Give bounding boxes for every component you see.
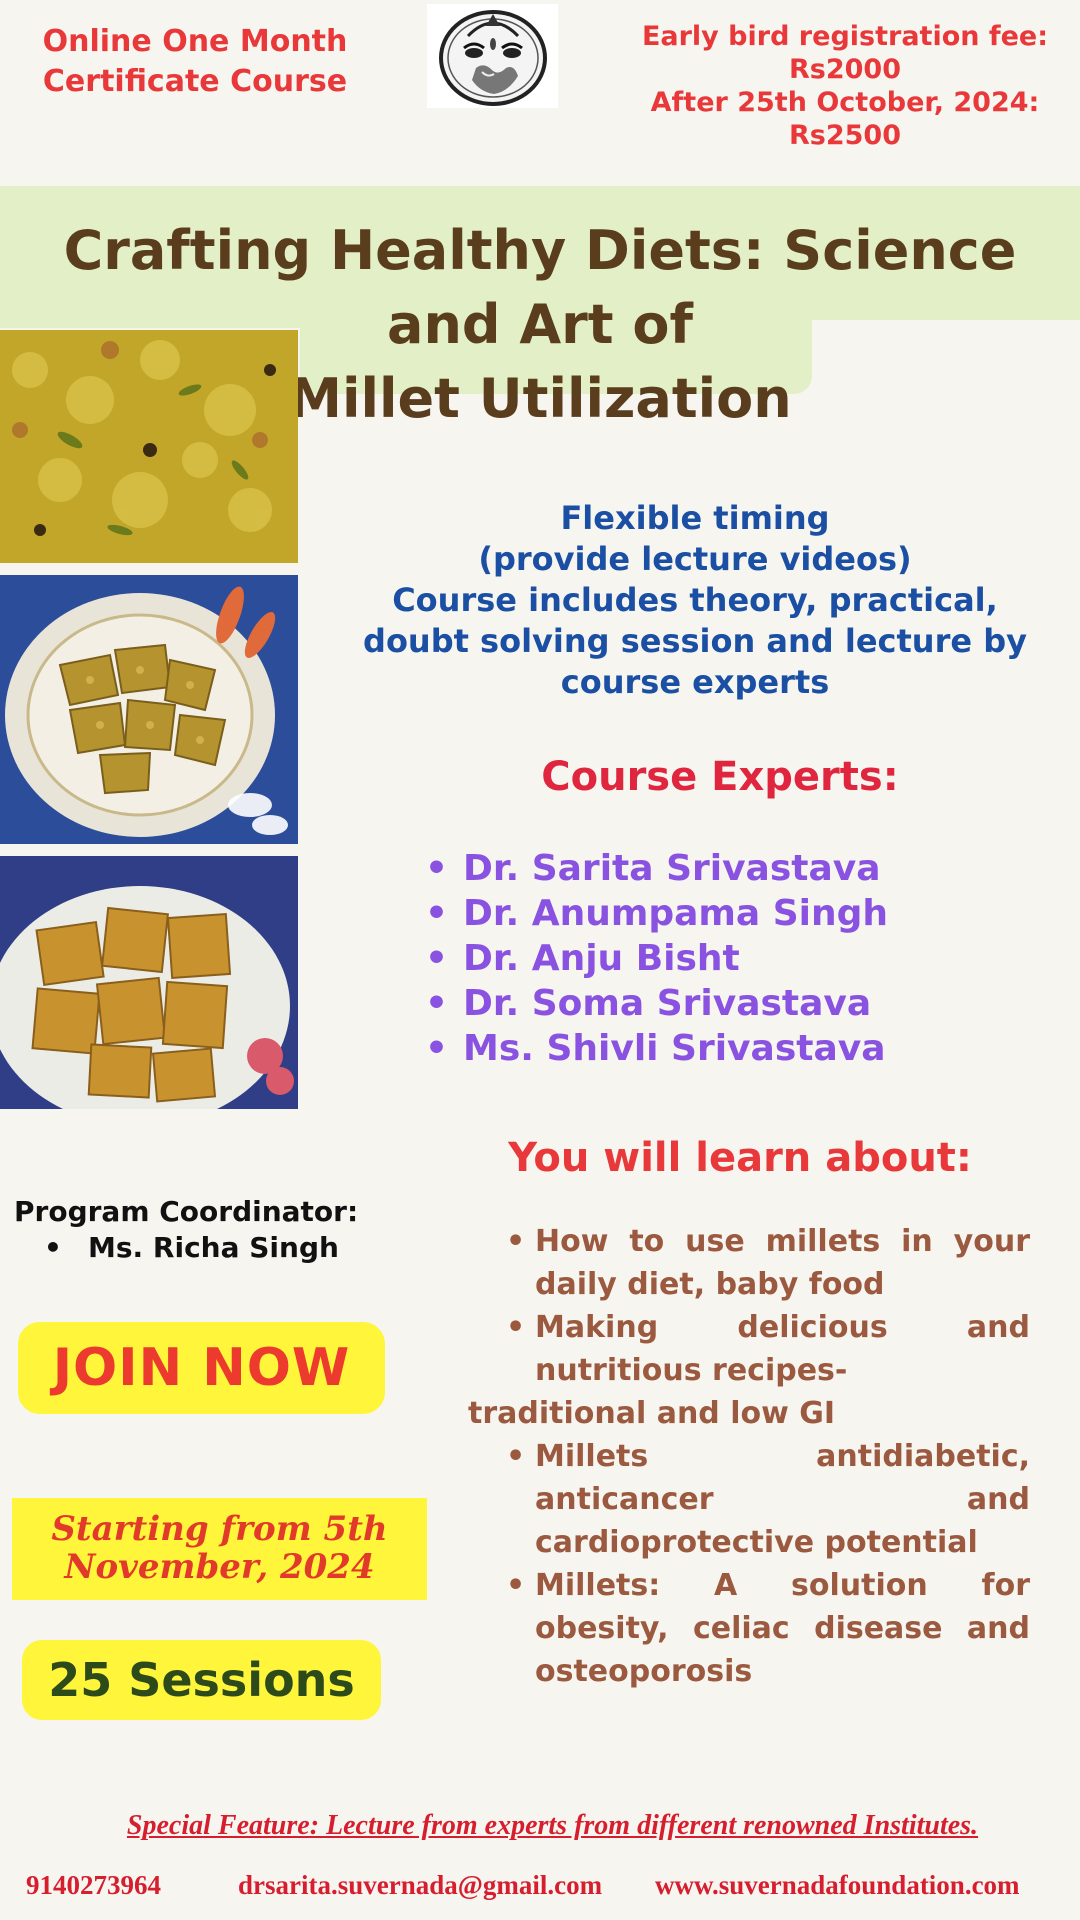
experts-heading: Course Experts: — [541, 754, 899, 800]
experts-list: Dr. Sarita Srivastava Dr. Anumpama Singh… — [425, 846, 1045, 1071]
coordinator-name: Ms. Richa Singh — [88, 1231, 339, 1264]
sessions-badge: 25 Sessions — [22, 1640, 381, 1720]
program-coordinator: Program Coordinator: • Ms. Richa Singh — [14, 1194, 414, 1266]
registration-fee-info: Early bird registration fee: Rs2000 Afte… — [615, 20, 1075, 152]
join-now-button[interactable]: JOIN NOW — [18, 1322, 385, 1414]
course-type-line: Certificate Course — [42, 64, 348, 99]
info-line: doubt solving session and lecture by — [363, 622, 1027, 660]
expert-item: Dr. Anju Bisht — [425, 936, 1045, 981]
phone-number[interactable]: 9140273964 — [26, 1870, 161, 1901]
learn-item: • How to use millets in your daily diet,… — [470, 1220, 1030, 1306]
learn-item: • Making delicious and nutritious recipe… — [470, 1306, 1030, 1392]
bullet-icon: • — [506, 1224, 526, 1259]
learn-item-text: Millets antidiabetic, anticancer and car… — [535, 1439, 1030, 1560]
start-date-banner: Starting from 5th November, 2024 — [12, 1498, 427, 1600]
learn-list: • How to use millets in your daily diet,… — [468, 1220, 1030, 1693]
info-line: Flexible timing — [560, 499, 830, 537]
learn-item-continuation: traditional and low GI — [468, 1396, 836, 1431]
course-info: Flexible timing (provide lecture videos)… — [330, 498, 1060, 703]
expert-item: Dr. Sarita Srivastava — [425, 846, 1045, 891]
expert-item: Dr. Anumpama Singh — [425, 891, 1045, 936]
learn-item-text: Millets: A solution for obesity, celiac … — [535, 1568, 1030, 1689]
bullet-icon: • — [506, 1310, 526, 1345]
info-line: (provide lecture videos) — [478, 540, 912, 578]
website-link[interactable]: www.suvernadafoundation.com — [655, 1870, 1020, 1901]
course-type-heading: Online One Month Certificate Course — [20, 22, 370, 102]
millet-upma-photo — [0, 330, 298, 563]
email-link[interactable]: drsarita.suvernada@gmail.com — [238, 1870, 602, 1901]
course-type-line: Online One Month — [42, 24, 348, 59]
coordinator-label: Program Coordinator: — [14, 1195, 359, 1228]
millet-cake-plate-photo — [0, 856, 298, 1109]
learn-heading: You will learn about: — [508, 1135, 972, 1181]
millet-cake-image — [0, 856, 298, 1109]
fee-line: Rs2500 — [788, 120, 901, 151]
bullet-icon: • — [506, 1439, 526, 1474]
start-date-line: Starting from 5th — [51, 1509, 388, 1549]
expert-item: Ms. Shivli Srivastava — [425, 1026, 1045, 1071]
info-line: course experts — [560, 663, 830, 701]
fee-line: After 25th October, 2024: — [650, 87, 1040, 118]
info-line: Course includes theory, practical, — [392, 581, 998, 619]
millet-upma-image — [0, 330, 298, 563]
fee-line: Early bird registration fee: — [641, 21, 1049, 52]
fee-line: Rs2000 — [788, 54, 901, 85]
coordinator-item: • Ms. Richa Singh — [14, 1230, 414, 1266]
learn-item-text: Making delicious and nutritious recipes- — [535, 1310, 1030, 1388]
bullet-icon: • — [44, 1231, 62, 1264]
goddess-globe-icon — [438, 10, 547, 106]
expert-item: Dr. Soma Srivastava — [425, 981, 1045, 1026]
special-feature-note: Special Feature: Lecture from experts fr… — [126, 1810, 979, 1841]
learn-item: • Millets: A solution for obesity, celia… — [470, 1564, 1030, 1693]
millet-dhokla-image — [0, 575, 298, 844]
start-date-line: November, 2024 — [64, 1547, 375, 1587]
learn-item-text: How to use millets in your daily diet, b… — [535, 1224, 1030, 1302]
learn-item: • Millets antidiabetic, anticancer and c… — [470, 1435, 1030, 1564]
bullet-icon: • — [506, 1568, 526, 1603]
foundation-logo — [427, 4, 558, 108]
millet-dhokla-plate-photo — [0, 575, 298, 844]
